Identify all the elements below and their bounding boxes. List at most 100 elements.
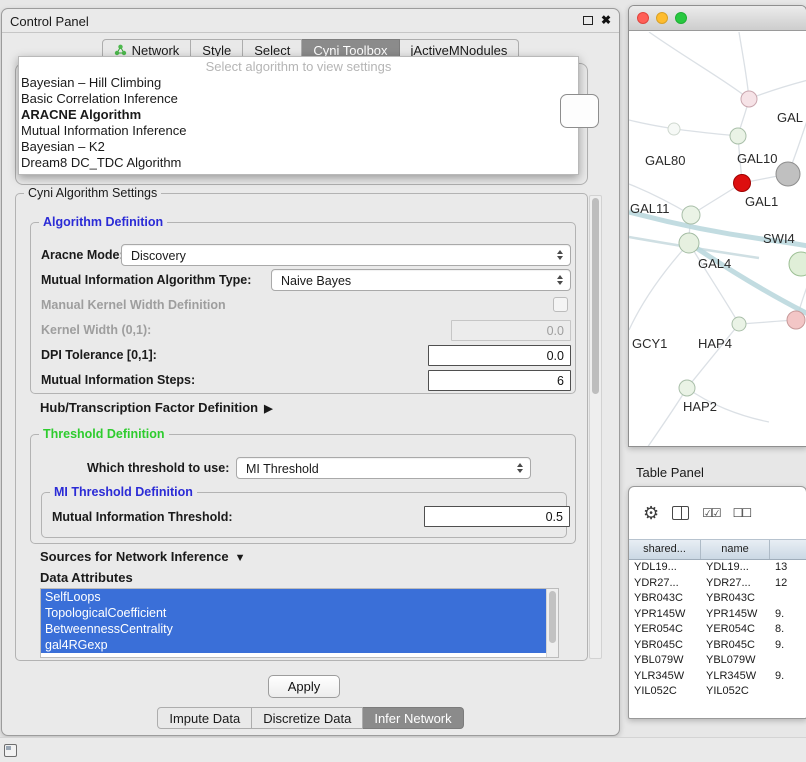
table-row[interactable]: YIL052CYIL052C (629, 684, 806, 700)
dpi-tolerance-input[interactable] (428, 345, 571, 366)
collapsed-arrow-icon: ▶ (264, 403, 272, 415)
attribute-item[interactable]: BetweennessCentrality (41, 621, 546, 637)
algorithm-item[interactable]: Bayesian – Hill Climbing (19, 75, 578, 91)
mi-type-select[interactable]: Naive Bayes (271, 269, 571, 291)
algorithm-dropdown-list: Select algorithm to view settings Bayesi… (18, 56, 579, 175)
table-cell: YDR27... (701, 576, 770, 592)
expander-label: Sources for Network Inference (40, 549, 229, 564)
algorithm-definition-group: Algorithm Definition Aracne Mode: Discov… (30, 222, 576, 394)
table-cell: YER054C (629, 622, 701, 638)
table-row[interactable]: YPR145WYPR145W9. (629, 607, 806, 623)
algorithm-item[interactable]: Bayesian – K2 (19, 139, 578, 155)
selected-value: Naive Bayes (281, 274, 351, 288)
table-body: YDL19...YDL19...13 YDR27...YDR27...12 YB… (629, 560, 806, 718)
column-header-shared-name[interactable]: shared... (629, 540, 701, 559)
apply-button[interactable]: Apply (268, 675, 340, 698)
control-panel-window: Control Panel ✖ Network Style Select Cyn… (1, 8, 620, 736)
algorithm-item[interactable]: Dream8 DC_TDC Algorithm (19, 155, 578, 171)
tab-label: Discretize Data (263, 711, 351, 726)
network-node[interactable] (776, 162, 800, 186)
restore-panel-icon[interactable] (4, 744, 17, 757)
table-cell: 9. (770, 638, 806, 654)
column-header-name[interactable]: name (701, 540, 770, 559)
deselect-all-checks-icon[interactable]: ☐☐ (733, 506, 751, 520)
close-icon[interactable]: ✖ (601, 15, 611, 26)
dpi-tolerance-label: DPI Tolerance [0,1]: (41, 348, 157, 362)
table-cell: 9. (770, 607, 806, 623)
sources-expander[interactable]: Sources for Network Inference▼ (40, 549, 245, 564)
algorithm-item-selected[interactable]: ARACNE Algorithm (19, 107, 578, 123)
algorithm-item[interactable]: Mutual Information Inference (19, 123, 578, 139)
minimize-traffic-light[interactable] (656, 12, 668, 24)
table-cell: YDR27... (629, 576, 701, 592)
scrollbar-thumb[interactable] (549, 591, 556, 643)
mi-threshold-input[interactable] (424, 506, 570, 527)
which-threshold-select[interactable]: MI Threshold (236, 457, 531, 479)
algorithm-combo-button[interactable] (560, 94, 599, 128)
combo-arrows-icon (557, 275, 563, 285)
tab-infer-network[interactable]: Infer Network (363, 707, 463, 729)
attribute-item[interactable]: SelfLoops (41, 589, 546, 605)
gear-icon[interactable]: ⚙ (643, 504, 659, 522)
tab-label: Infer Network (374, 711, 451, 726)
table-row[interactable]: YBR043CYBR043C (629, 591, 806, 607)
node-label: SWI4 (763, 231, 795, 246)
algorithm-item[interactable]: Basic Correlation Inference (19, 91, 578, 107)
settings-scrollbar[interactable] (589, 195, 602, 659)
table-row[interactable]: YER054CYER054C8. (629, 622, 806, 638)
table-cell: YBR045C (701, 638, 770, 654)
node-label: GAL1 (745, 194, 778, 209)
hub-tf-expander[interactable]: Hub/Transcription Factor Definition ▶ (40, 400, 273, 415)
network-canvas[interactable]: GAL GAL80 GAL10 GAL11 GAL1 SWI4 GAL4 GCY… (629, 32, 806, 446)
aracne-mode-select[interactable]: Discovery (121, 244, 571, 266)
mi-type-label: Mutual Information Algorithm Type: (41, 273, 251, 287)
cyni-bottom-tabs: Impute Data Discretize Data Infer Networ… (2, 707, 619, 729)
float-window-icon[interactable] (583, 16, 593, 25)
data-attributes-list: SelfLoops TopologicalCoefficient Between… (40, 588, 559, 658)
column-selector-icon[interactable] (672, 506, 689, 520)
tab-discretize-data[interactable]: Discretize Data (252, 707, 363, 729)
network-node[interactable] (789, 252, 806, 276)
close-traffic-light[interactable] (637, 12, 649, 24)
dropdown-placeholder: Select algorithm to view settings (19, 59, 578, 75)
table-cell: YBL079W (629, 653, 701, 669)
zoom-traffic-light[interactable] (675, 12, 687, 24)
data-attributes-label: Data Attributes (40, 570, 133, 585)
network-icon (114, 44, 127, 56)
column-header-extra[interactable] (770, 540, 806, 559)
scrollbar-thumb[interactable] (592, 198, 599, 394)
mi-steps-input[interactable] (428, 370, 571, 391)
network-node[interactable] (668, 123, 680, 135)
table-row[interactable]: YBL079WYBL079W (629, 653, 806, 669)
node-label: HAP4 (698, 336, 732, 351)
window-title: Control Panel (10, 14, 89, 29)
network-view-window: GAL GAL80 GAL10 GAL11 GAL1 SWI4 GAL4 GCY… (628, 5, 806, 447)
network-node[interactable] (679, 380, 695, 396)
node-label: GAL11 (630, 201, 670, 216)
table-cell: YBR043C (701, 591, 770, 607)
selected-value: Discovery (131, 249, 186, 263)
table-row[interactable]: YBR045CYBR045C9. (629, 638, 806, 654)
node-label: HAP2 (683, 399, 717, 414)
network-node[interactable] (741, 91, 757, 107)
network-node[interactable] (730, 128, 746, 144)
table-row[interactable]: YDR27...YDR27...12 (629, 576, 806, 592)
node-label: GCY1 (632, 336, 667, 351)
table-row[interactable]: YDL19...YDL19...13 (629, 560, 806, 576)
attributes-scrollbar[interactable] (546, 589, 558, 657)
network-node[interactable] (682, 206, 700, 224)
network-node[interactable] (732, 317, 746, 331)
table-cell: YLR345W (701, 669, 770, 685)
expander-label: Hub/Transcription Factor Definition (40, 400, 258, 415)
attribute-item[interactable]: TopologicalCoefficient (41, 605, 546, 621)
manual-kernel-checkbox[interactable] (553, 297, 568, 312)
select-all-checks-icon[interactable]: ☑☑ (702, 506, 720, 520)
cyni-algorithm-settings-group: Cyni Algorithm Settings Algorithm Defini… (15, 193, 588, 661)
table-panel-window: ⚙ ☑☑ ☐☐ shared... name YDL19...YDL19...1… (628, 486, 806, 719)
network-node-selected[interactable] (734, 175, 751, 192)
network-node[interactable] (787, 311, 805, 329)
tab-impute-data[interactable]: Impute Data (157, 707, 252, 729)
network-node[interactable] (679, 233, 699, 253)
table-row[interactable]: YLR345WYLR345W9. (629, 669, 806, 685)
attribute-item[interactable]: gal4RGexp (41, 637, 546, 653)
